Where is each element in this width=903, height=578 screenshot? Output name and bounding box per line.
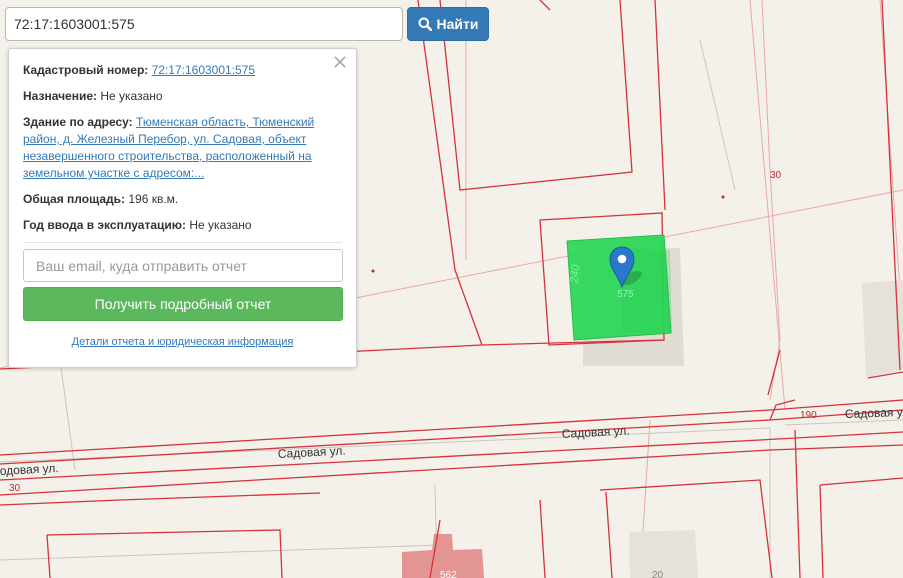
cadastral-number-row: Кадастровый номер: 72:17:1603001:575 [23, 62, 342, 79]
house-number: 30 [9, 483, 21, 494]
parcel-number: 240 [568, 263, 582, 284]
year-label: Год ввода в эксплуатацию: [23, 218, 187, 232]
house-number: 30 [770, 170, 782, 181]
purpose-label: Назначение: [23, 89, 98, 103]
get-report-button[interactable]: Получить подробный отчет [23, 287, 343, 321]
area-row: Общая площадь: 196 кв.м. [23, 191, 342, 208]
divider [23, 242, 342, 243]
building-number: 20 [652, 570, 664, 578]
search-icon [418, 17, 432, 31]
year-row: Год ввода в эксплуатацию: Не указано [23, 217, 342, 234]
area-label: Общая площадь: [23, 192, 126, 206]
area-value: 196 кв.м. [128, 192, 179, 206]
building [629, 530, 698, 578]
cadastral-number-link[interactable]: 72:17:1603001:575 [152, 63, 255, 77]
parcel-number: 575 [617, 289, 634, 300]
year-value: Не указано [189, 218, 252, 232]
search-button-label: Найти [436, 16, 479, 32]
purpose-row: Назначение: Не указано [23, 88, 342, 105]
purpose-value: Не указано [100, 89, 163, 103]
cadastral-number-label: Кадастровый номер: [23, 63, 149, 77]
house-number: 190 [800, 410, 817, 421]
email-input[interactable] [23, 249, 343, 282]
map-point [721, 195, 725, 199]
parcel-info-popup: Кадастровый номер: 72:17:1603001:575 Наз… [8, 48, 357, 368]
map-point [371, 269, 375, 273]
search-button[interactable]: Найти [407, 7, 489, 41]
close-icon[interactable] [332, 54, 348, 70]
building-number: 562 [440, 570, 457, 578]
street-label: Садовая ул [845, 405, 903, 421]
address-label: Здание по адресу: [23, 115, 133, 129]
search-input[interactable] [5, 7, 403, 41]
address-row: Здание по адресу: Тюменская область, Тюм… [23, 114, 342, 182]
report-details-link[interactable]: Детали отчета и юридическая информация [23, 334, 342, 351]
